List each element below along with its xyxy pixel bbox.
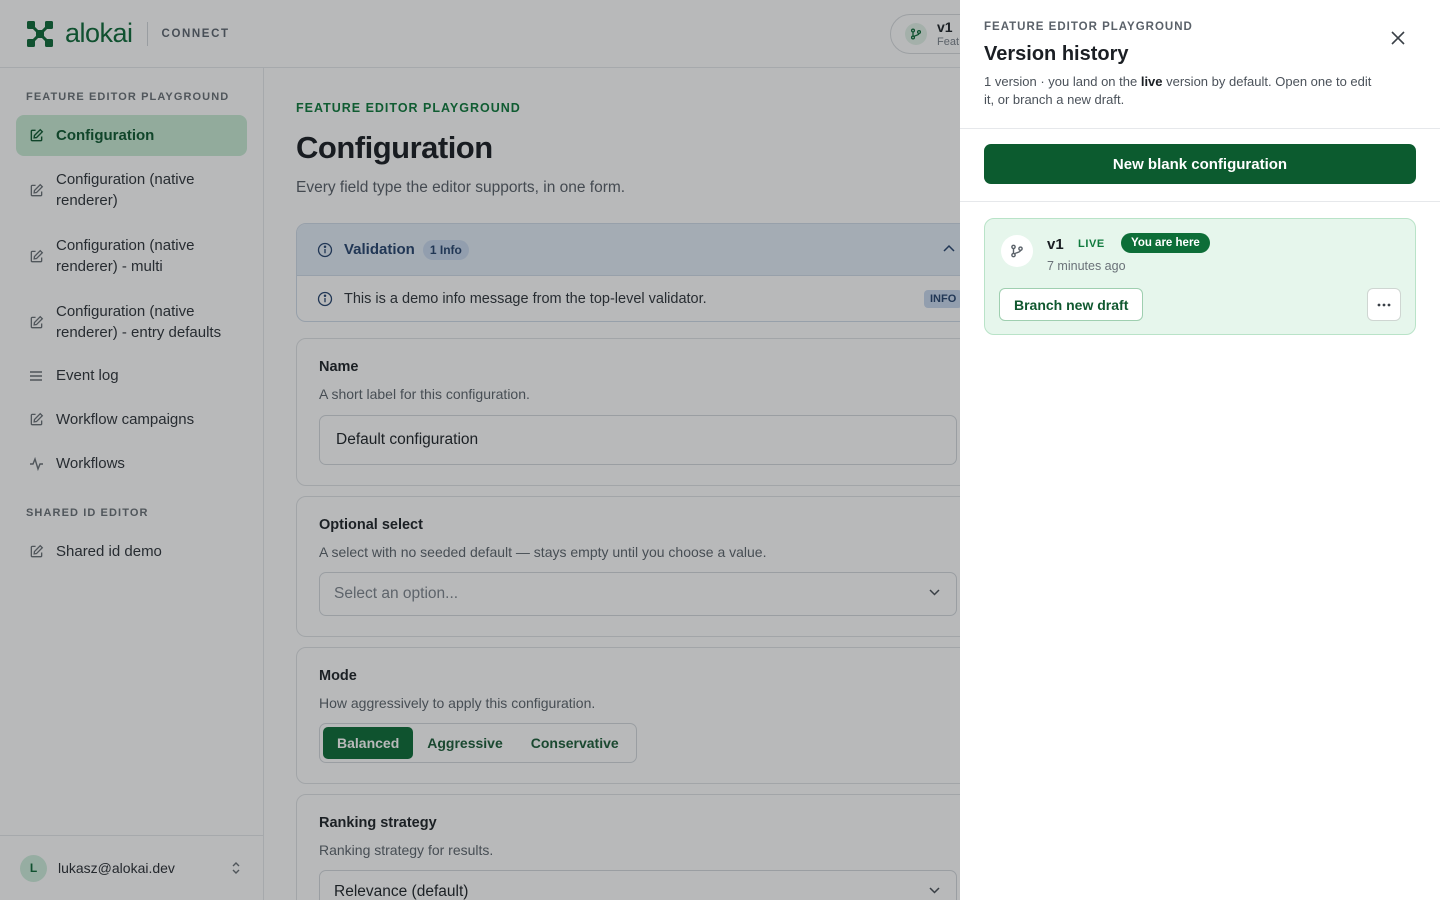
close-icon	[1391, 31, 1405, 45]
branch-new-draft-button[interactable]: Branch new draft	[999, 288, 1144, 321]
version-name: v1	[1047, 236, 1064, 253]
version-history-drawer: FEATURE EDITOR PLAYGROUND Version histor…	[960, 0, 1440, 900]
version-status: LIVE	[1078, 238, 1105, 250]
modal-backdrop[interactable]	[0, 0, 960, 900]
divider	[960, 128, 1440, 129]
divider	[960, 201, 1440, 202]
git-branch-icon	[1001, 235, 1033, 267]
more-horizontal-icon	[1377, 303, 1391, 306]
current-version-badge: You are here	[1121, 233, 1210, 253]
drawer-description: 1 version · you land on the live version…	[984, 74, 1372, 107]
more-actions-button[interactable]	[1367, 288, 1401, 321]
close-button[interactable]	[1388, 28, 1408, 48]
drawer-eyebrow: FEATURE EDITOR PLAYGROUND	[984, 21, 1193, 33]
version-timestamp: 7 minutes ago	[1047, 259, 1126, 273]
drawer-title: Version history	[984, 43, 1129, 65]
version-card[interactable]: v1 LIVE You are here 7 minutes ago Branc…	[984, 218, 1416, 335]
new-blank-configuration-button[interactable]: New blank configuration	[984, 144, 1416, 184]
